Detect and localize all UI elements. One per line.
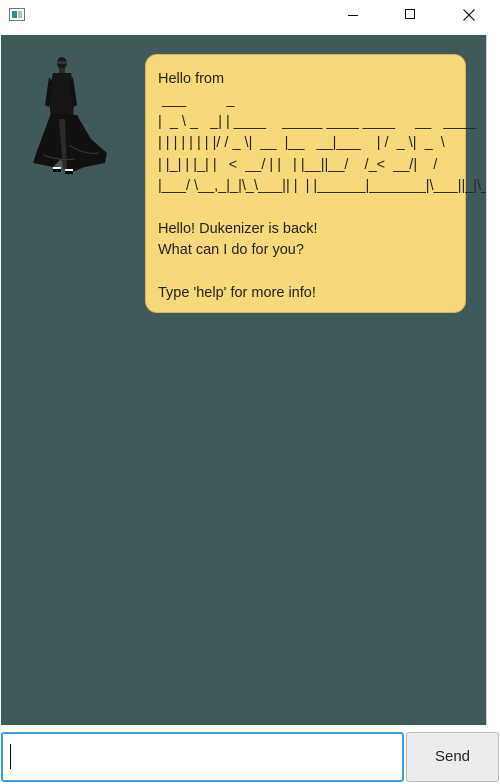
text-cursor (10, 744, 11, 769)
message-bubble: Hello from ___ _ | _ \ _ _| | ____ _____… (145, 54, 493, 313)
send-button[interactable]: Send (406, 732, 499, 782)
man-in-black-coat-icon (33, 57, 107, 174)
minimize-button[interactable] (330, 0, 376, 32)
close-icon (463, 9, 475, 21)
app-icon (9, 8, 25, 21)
message-text: Hello from ___ _ | _ \ _ _| | ____ _____… (158, 71, 494, 302)
close-button[interactable] (446, 0, 492, 32)
scrollbar[interactable] (486, 35, 500, 725)
message-input[interactable] (1, 732, 404, 782)
maximize-button[interactable] (387, 0, 433, 32)
title-bar (0, 0, 500, 32)
chat-area[interactable]: Hello from ___ _ | _ \ _ _| | ____ _____… (1, 35, 493, 725)
